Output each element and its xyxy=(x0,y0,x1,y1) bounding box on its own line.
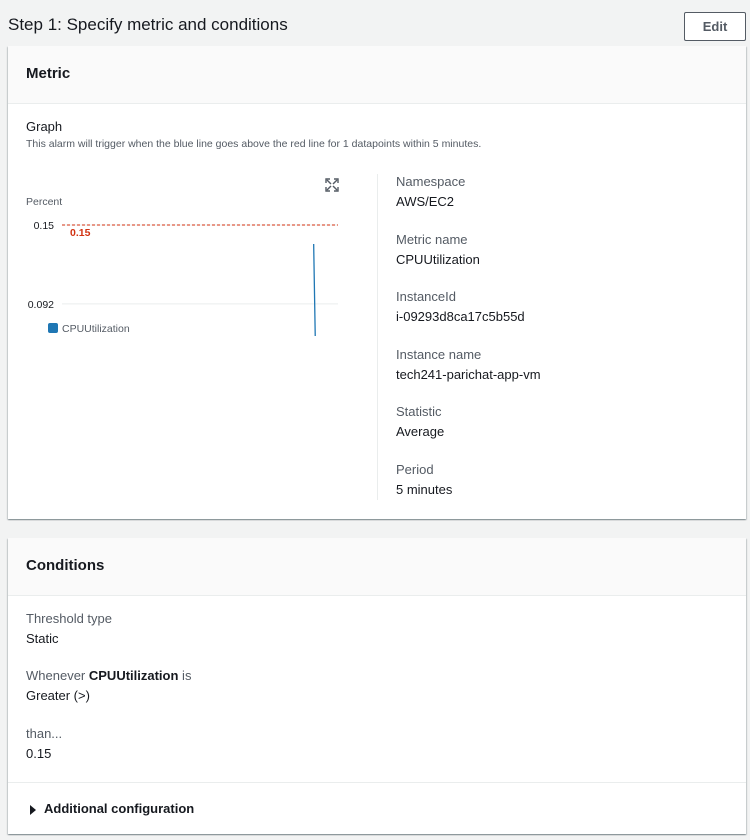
threshold-label: 0.15 xyxy=(70,227,91,239)
series-line-cpuutilization xyxy=(313,244,316,336)
detail-value: CPUUtilization xyxy=(396,252,480,267)
detail-key: Instance name xyxy=(396,347,482,362)
than-value: 0.15 xyxy=(26,746,52,761)
graph-description: This alarm will trigger when the blue li… xyxy=(26,138,482,150)
legend-swatch xyxy=(48,323,58,333)
edit-button[interactable]: Edit xyxy=(684,12,746,41)
whenever-label: Whenever CPUUtilization is xyxy=(26,668,191,684)
whenever-prefix: Whenever xyxy=(26,668,89,683)
whenever-suffix: is xyxy=(178,668,192,683)
y-tick-label: 0.092 xyxy=(28,299,54,311)
y-axis-label: Percent xyxy=(26,196,62,208)
conditions-panel-header: Conditions xyxy=(8,538,746,596)
threshold-type-label: Threshold type xyxy=(26,611,112,626)
detail-metric-name: Metric name CPUUtilization xyxy=(396,232,480,268)
additional-configuration-label: Additional configuration xyxy=(44,801,195,816)
metric-chart: Percent 0.150.0920.033 13:0014:0015:00 0… xyxy=(26,196,338,336)
detail-value: Average xyxy=(396,424,445,439)
metric-heading: Metric xyxy=(26,65,71,82)
additional-configuration-toggle[interactable]: Additional configuration xyxy=(8,782,746,834)
whenever-value: Greater (>) xyxy=(26,688,90,703)
detail-key: InstanceId xyxy=(396,289,456,304)
metric-panel-header: Metric xyxy=(8,46,746,104)
detail-statistic: Statistic Average xyxy=(396,404,444,440)
graph-label: Graph xyxy=(26,119,63,134)
legend: CPUUtilization xyxy=(48,323,130,335)
detail-value: AWS/EC2 xyxy=(396,194,455,209)
conditions-heading: Conditions xyxy=(26,557,105,574)
legend-label: CPUUtilization xyxy=(62,323,130,335)
threshold-type-value: Static xyxy=(26,631,59,646)
detail-value: 5 minutes xyxy=(396,482,453,497)
whenever-field: Whenever CPUUtilization is Greater (>) xyxy=(26,668,191,704)
whenever-metric: CPUUtilization xyxy=(88,668,179,683)
conditions-panel: Conditions Threshold type Static Wheneve… xyxy=(8,538,746,834)
y-tick-label: 0.15 xyxy=(34,220,55,232)
detail-key: Namespace xyxy=(396,174,466,189)
detail-namespace: Namespace AWS/EC2 xyxy=(396,174,465,210)
than-label: than... xyxy=(26,726,63,741)
detail-value: tech241-parichat-app-vm xyxy=(396,367,541,382)
step-header: Step 1: Specify metric and conditions Ed… xyxy=(0,0,750,46)
detail-instanceid: InstanceId i-09293d8ca17c5b55d xyxy=(396,289,525,325)
threshold-type-field: Threshold type Static xyxy=(26,611,112,647)
than-field: than... 0.15 xyxy=(26,726,62,762)
step-title: Step 1: Specify metric and conditions xyxy=(8,15,288,34)
detail-key: Period xyxy=(396,462,434,477)
detail-value: i-09293d8ca17c5b55d xyxy=(396,309,525,324)
metric-panel: Metric Graph This alarm will trigger whe… xyxy=(8,46,746,519)
detail-period: Period 5 minutes xyxy=(396,462,452,498)
column-divider xyxy=(377,174,378,500)
detail-key: Statistic xyxy=(396,404,442,419)
caret-right-icon xyxy=(30,805,36,815)
detail-instance-name: Instance name tech241-parichat-app-vm xyxy=(396,347,541,383)
detail-key: Metric name xyxy=(396,232,468,247)
